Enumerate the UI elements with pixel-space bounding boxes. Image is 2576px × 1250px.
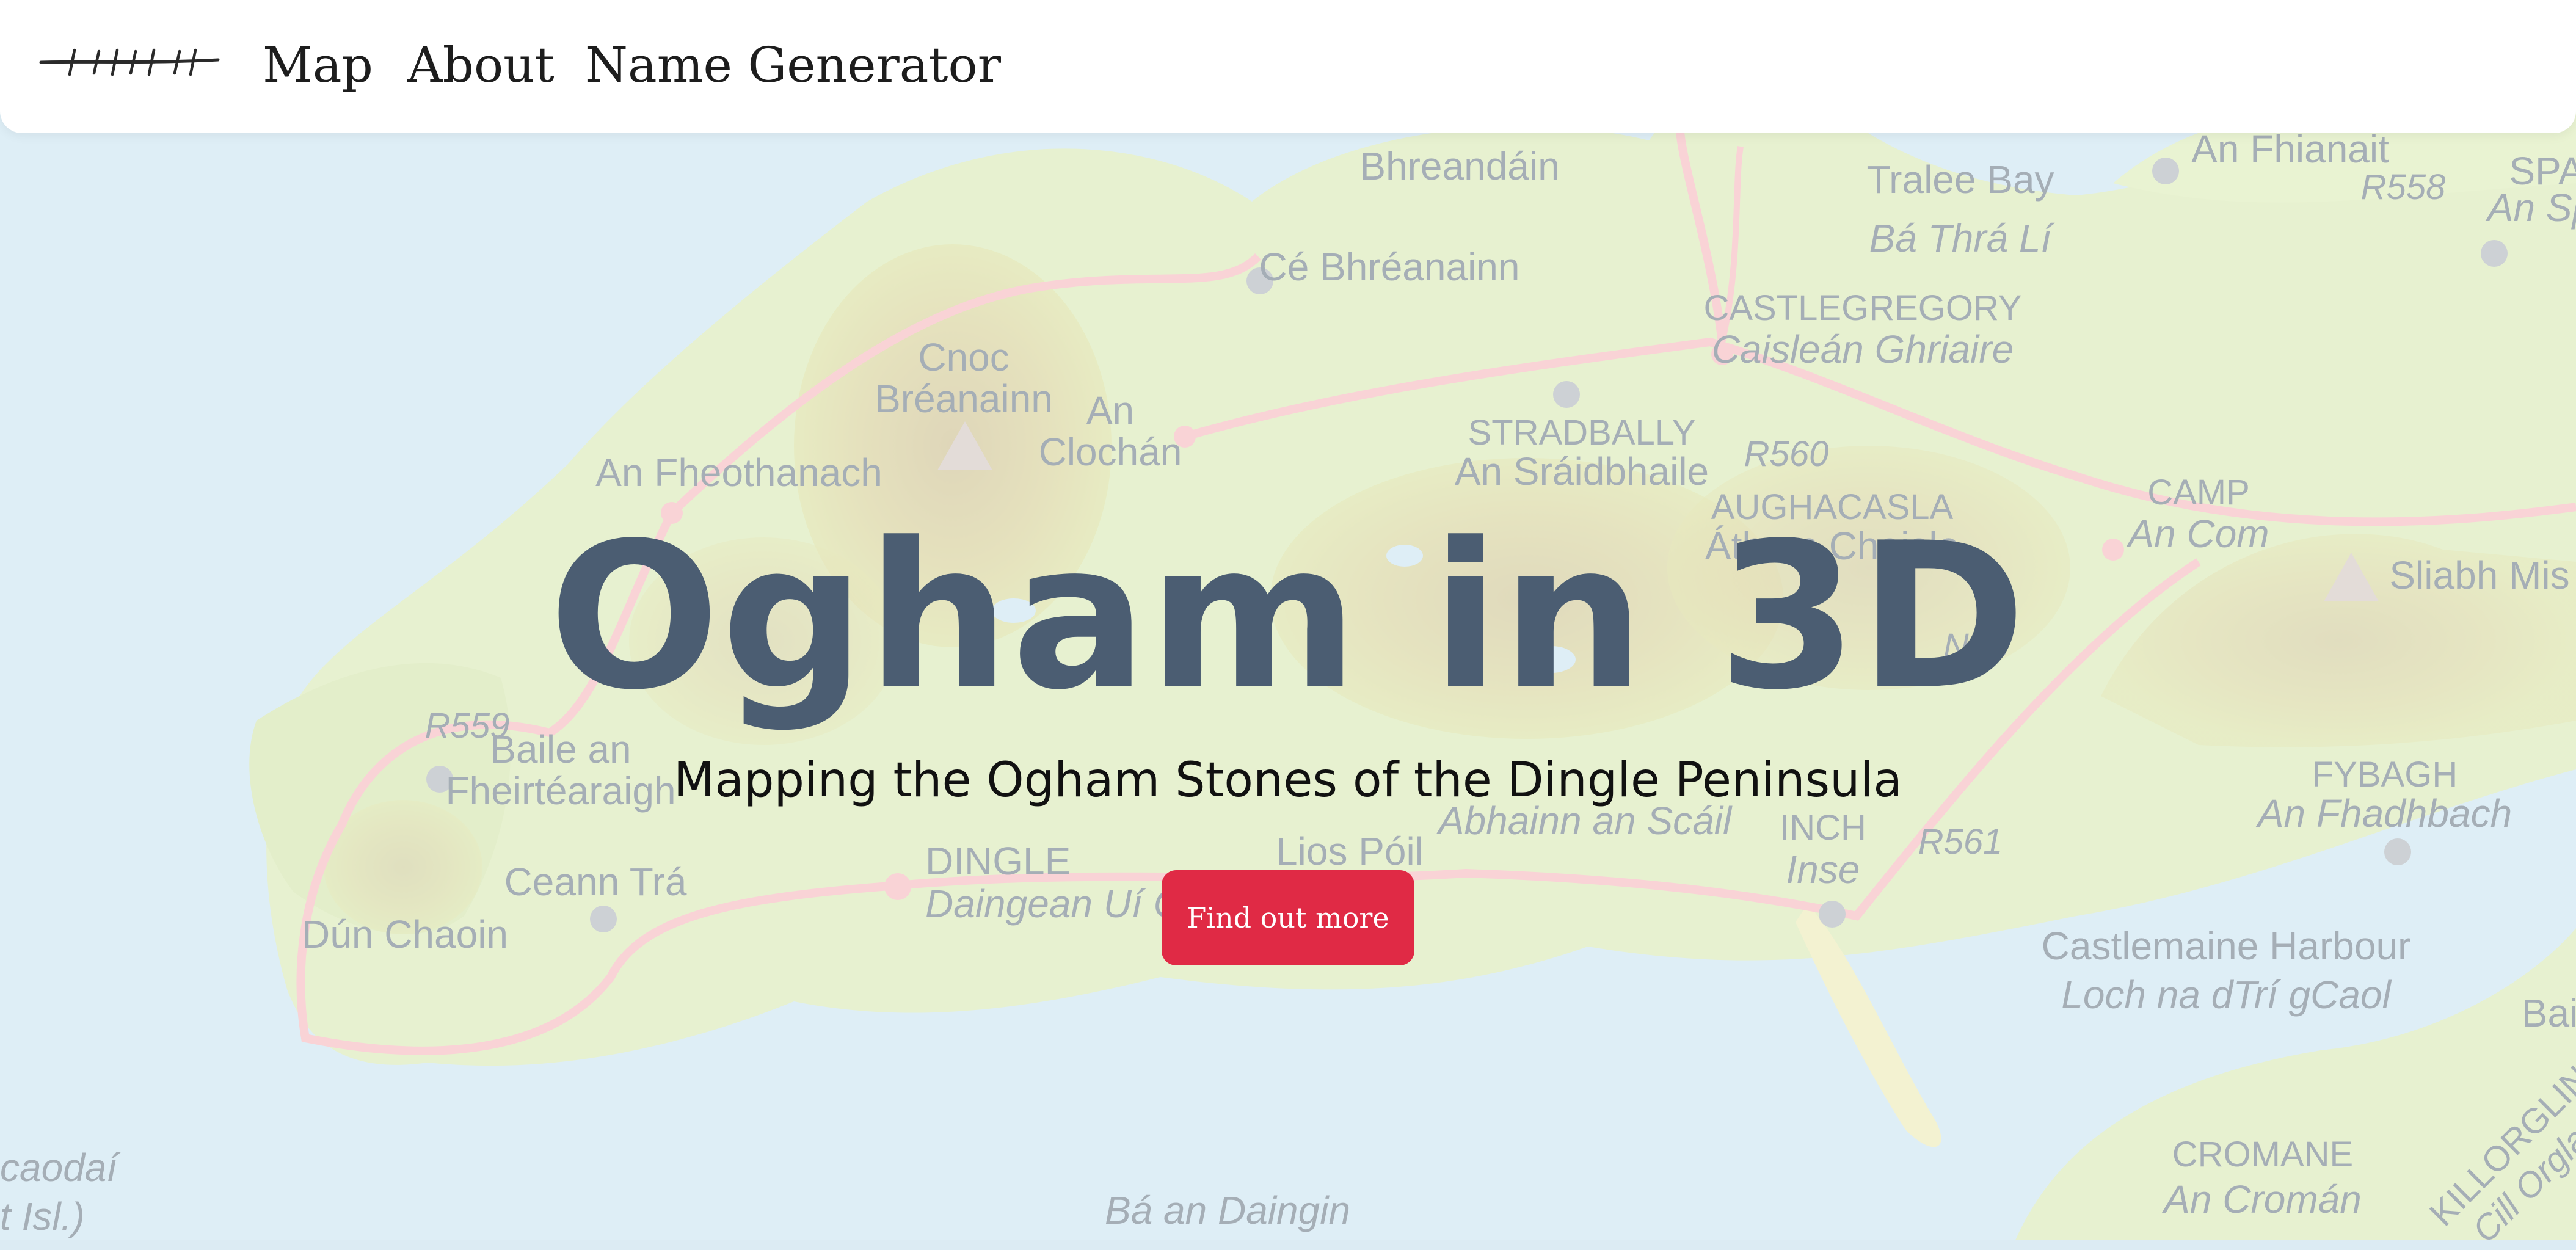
map-label: Bá an Daingin [1104,1188,1351,1232]
map-label: An Sp [2487,186,2576,230]
map-label: Inse [1786,848,1860,892]
map-label: Clochán [1038,430,1182,474]
map-label: Loch na dTrí gCaol [2061,973,2391,1017]
map-label: Caisleán Ghriaire [1711,327,2014,371]
map-label: An Fheothanach [595,451,882,495]
map-label: R560 [1744,434,1829,474]
nav-link-map[interactable]: Map [263,32,373,99]
map-label: Bai [2521,991,2576,1035]
map-label: CROMANE [2172,1135,2354,1174]
map-label: An Fhianait [2191,127,2389,171]
map-label: INCH [1780,808,1866,848]
map-label: Cnoc [918,335,1010,379]
map-label: Bhreandáin [1359,144,1560,188]
map-label: R561 [1918,822,2003,862]
nav-link-about[interactable]: About [407,32,555,99]
map-label: R558 [2360,167,2446,207]
map-label: Castlemaine Harbour [2041,924,2411,968]
map-label: An Cromán [2164,1177,2362,1221]
map-label: t Isl.) [0,1194,85,1238]
map-label: Dún Chaoin [302,912,508,956]
map-label: Bréanainn [875,377,1053,421]
map-label: CASTLEGREGORY [1703,288,2022,328]
map-label: Cé Bhréanainn [1259,245,1520,289]
find-out-more-button[interactable]: Find out more [1162,870,1414,965]
page-subtitle: Mapping the Ogham Stones of the Dingle P… [673,753,1903,808]
map-label: Bá Thrá Lí [1869,216,2052,260]
map-label: STRADBALLY [1468,413,1696,452]
top-navbar: Map About Name Generator [0,0,2576,133]
map-label: Tralee Bay [1866,158,2054,202]
nav-link-name-generator[interactable]: Name Generator [585,32,1001,99]
ogham-logo-icon[interactable] [38,37,221,92]
ogham-stroke-logo-icon [39,48,220,76]
page-title: Ogham in 3D [548,500,2028,734]
map-label: Lios Póil [1276,829,1424,873]
map-label: SPA [2509,149,2576,193]
map-label: DINGLE [925,839,1071,883]
map-label: Ceann Trá [504,860,687,904]
map-label: caodaí [0,1146,118,1190]
map-label: An [1086,388,1135,432]
map-label: An Sráidbhaile [1454,449,1709,493]
